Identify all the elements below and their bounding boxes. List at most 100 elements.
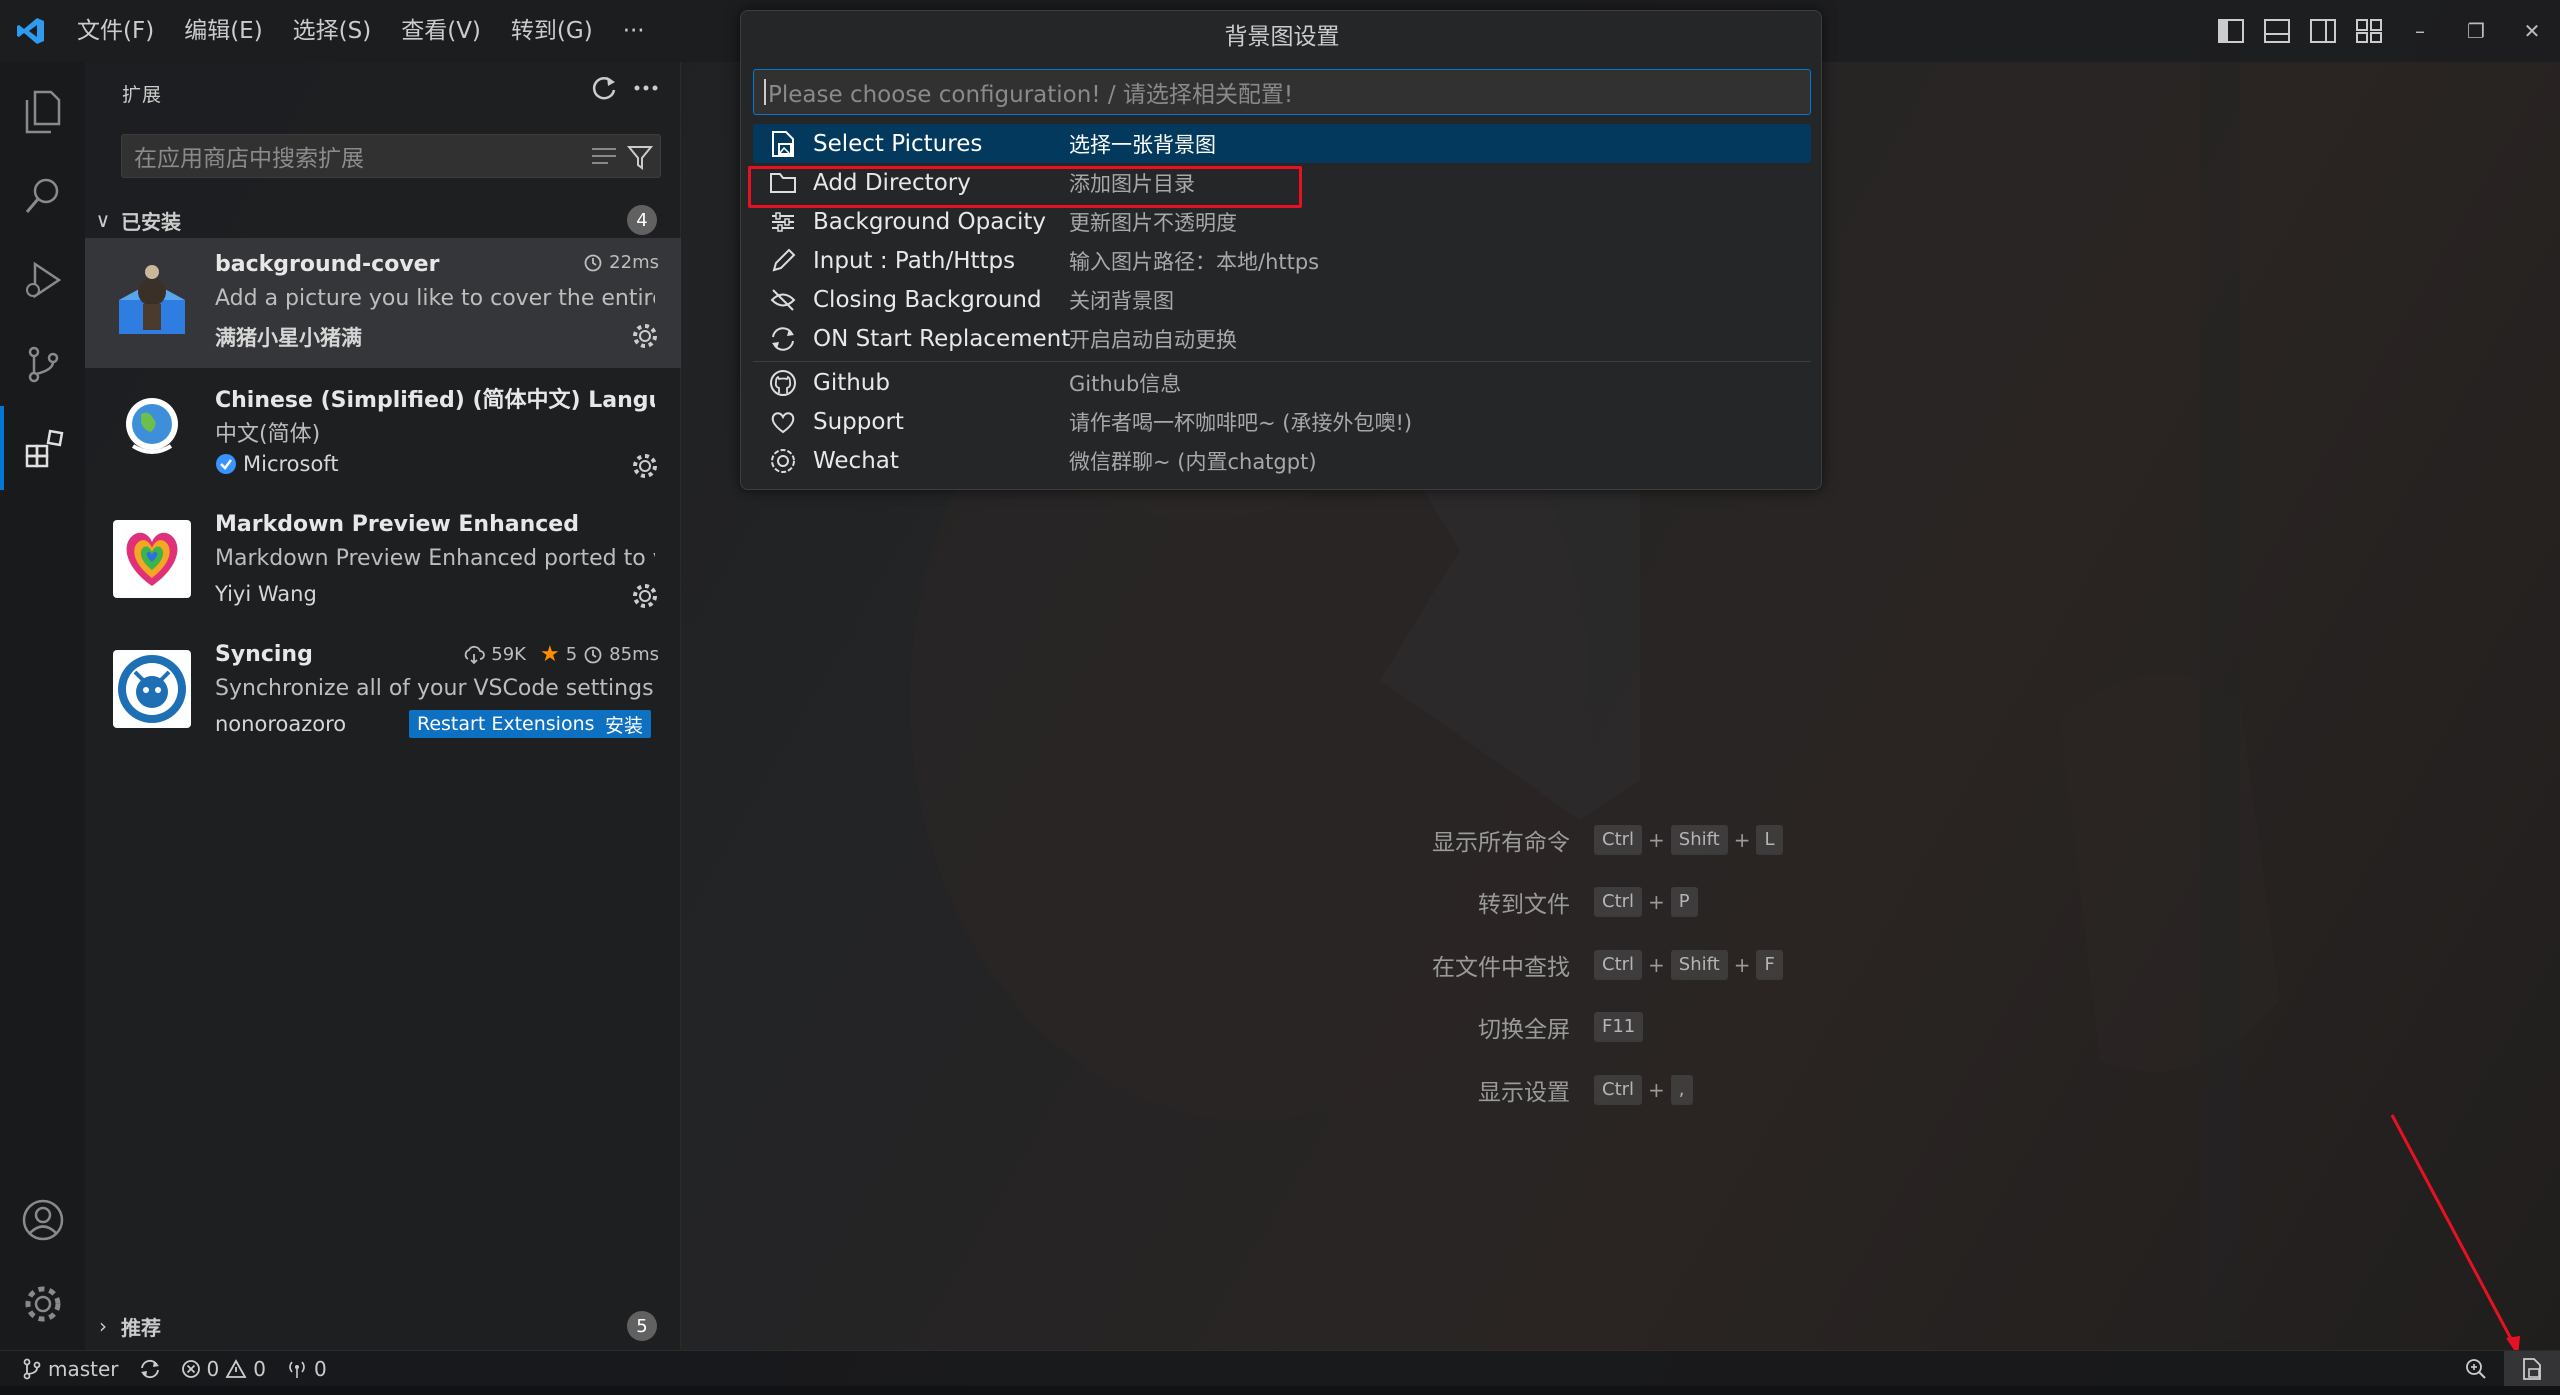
search-placeholder: 在应用商店中搜索扩展 [134,146,364,172]
extension-publisher: Yiyi Wang [215,582,317,606]
extension-item-chinese-language-pack[interactable]: Chinese (Simplified) (简体中文) Langu... 中文(… [85,368,681,498]
key-shift: Shift [1670,950,1728,980]
zoom-icon[interactable] [2448,1351,2504,1387]
toggle-secondary-sidebar-icon[interactable] [2300,0,2346,62]
manage-gear-icon[interactable] [0,1262,85,1346]
menu-file[interactable]: 文件(F) [62,0,169,62]
titlebar-controls: – ❐ ✕ [2208,0,2560,62]
warning-count: 0 [253,1356,266,1381]
item-detail: 更新图片不透明度 [1069,210,1237,235]
wechat-icon [753,447,813,475]
extension-publisher: Microsoft [243,452,339,476]
extensions-sidebar: 扩展 在应用商店中搜索扩展 ∨ 已安装 4 background-cover 2… [85,62,681,1350]
quick-pick-item-select-pictures[interactable]: Select Pictures 选择一张背景图 [753,124,1811,163]
customize-layout-icon[interactable] [2346,0,2392,62]
quick-pick-item-support[interactable]: Support 请作者喝一杯咖啡吧~ (承接外包噢!) [753,402,1811,441]
restore-icon[interactable]: ❐ [2448,0,2504,62]
item-detail: 选择一张背景图 [1069,132,1216,157]
accounts-icon[interactable] [0,1178,85,1262]
key-f11: F11 [1594,1012,1644,1042]
menu-edit[interactable]: 编辑(E) [169,0,277,62]
recommended-count-badge: 5 [627,1311,657,1341]
problems-indicator[interactable]: 0 0 [171,1351,276,1387]
sidebar-title: 扩展 [122,84,163,106]
install-button[interactable]: 安装 [597,710,651,738]
menu-selection[interactable]: 选择(S) [278,0,387,62]
extension-stats: 59K ★ 5 85ms [463,642,659,667]
extension-settings-gear-icon[interactable] [631,582,659,614]
activity-bar [0,62,85,1350]
extensions-icon[interactable] [0,406,85,490]
clear-filter-icon[interactable] [590,143,618,175]
item-label: Closing Background [813,286,1042,313]
toggle-panel-icon[interactable] [2254,0,2300,62]
broadcast-icon [289,1361,305,1378]
rating-value: 5 [565,644,578,665]
extension-item-background-cover[interactable]: background-cover 22ms Add a picture you … [85,238,681,368]
extension-item-syncing[interactable]: Syncing 59K ★ 5 85ms Synchronize all of … [85,628,681,758]
chevron-right-icon: › [99,1314,107,1338]
menu-view[interactable]: 查看(V) [386,0,496,62]
menu-go[interactable]: 转到(G) [496,0,608,62]
item-label: Background Opacity [813,208,1046,235]
item-label: Select Pictures [813,130,983,157]
extensions-search-input[interactable]: 在应用商店中搜索扩展 [121,134,661,178]
ports-indicator[interactable]: 0 [276,1351,337,1387]
settings-sliders-icon [753,210,813,234]
installed-count-badge: 4 [627,205,657,235]
quick-pick-input[interactable]: Please choose configuration! / 请选择相关配置! [753,69,1811,115]
activation-time-value: 22ms [609,252,659,273]
branch-name: master [48,1356,119,1381]
run-debug-icon[interactable] [0,238,85,322]
shortcut-label: 转到文件 [1478,892,1570,918]
close-icon[interactable]: ✕ [2504,0,2560,62]
item-detail: 关闭背景图 [1069,288,1174,313]
quick-pick-item-on-start-replacement[interactable]: ON Start Replacement 开启启动自动更换 [753,319,1811,358]
refresh-icon[interactable] [590,74,618,106]
extension-item-markdown-preview-enhanced[interactable]: Markdown Preview Enhanced Markdown Previ… [85,498,681,628]
toggle-primary-sidebar-icon[interactable] [2208,0,2254,62]
recommended-section-header[interactable]: › 推荐 5 [85,1308,681,1344]
sync-changes-icon[interactable] [129,1351,171,1387]
filter-icon[interactable] [626,143,654,177]
restart-extensions-button[interactable]: Restart Extensions [409,710,603,738]
verified-badge-icon [216,454,236,474]
background-cover-status-icon[interactable] [2504,1351,2560,1387]
quick-pick-item-closing-background[interactable]: Closing Background 关闭背景图 [753,280,1811,319]
file-image-icon [753,130,813,158]
key-ctrl: Ctrl [1594,825,1643,855]
syncing-logo-icon [113,650,191,728]
quick-pick-item-input-path[interactable]: Input : Path/Https 输入图片路径：本地/https [753,241,1811,280]
extension-description: Markdown Preview Enhanced ported to v... [215,546,655,571]
background-cover-logo-icon [113,260,191,338]
extension-settings-gear-icon[interactable] [631,322,659,354]
source-control-icon[interactable] [0,322,85,406]
text-caret [764,79,766,105]
download-count: 59K [491,644,526,665]
key-f: F [1756,950,1783,980]
shortcut-label: 显示所有命令 [1432,830,1570,856]
quick-pick-item-wechat[interactable]: Wechat 微信群聊~ (内置chatgpt) [753,441,1811,480]
extension-publisher: nonoroazoro [215,712,347,736]
chevron-down-icon: ∨ [95,208,111,232]
installed-section-header[interactable]: ∨ 已安装 4 [85,202,681,238]
explorer-icon[interactable] [0,70,85,154]
star-icon: ★ [539,642,560,667]
item-detail: 开启启动自动更换 [1069,327,1237,352]
item-detail: Github信息 [1069,371,1182,396]
git-branch-icon [23,1358,41,1379]
shortcut-row: 显示设置 Ctrl + , [1300,1070,1697,1110]
status-bar: master 0 0 0 [0,1350,2560,1387]
menu-more[interactable]: ··· [608,0,660,62]
shortcut-row: 显示所有命令 Ctrl + Shift + L [1300,820,1787,860]
key-comma: , [1670,1075,1693,1105]
clock-icon [584,646,602,663]
extension-settings-gear-icon[interactable] [631,452,659,484]
activation-time-value: 85ms [609,644,659,665]
branch-indicator[interactable]: master [0,1351,129,1387]
sidebar-actions [590,74,660,106]
quick-pick-item-github[interactable]: Github Github信息 [753,363,1811,402]
minimize-icon[interactable]: – [2392,0,2448,62]
search-icon[interactable] [0,154,85,238]
more-actions-icon[interactable] [632,74,660,106]
